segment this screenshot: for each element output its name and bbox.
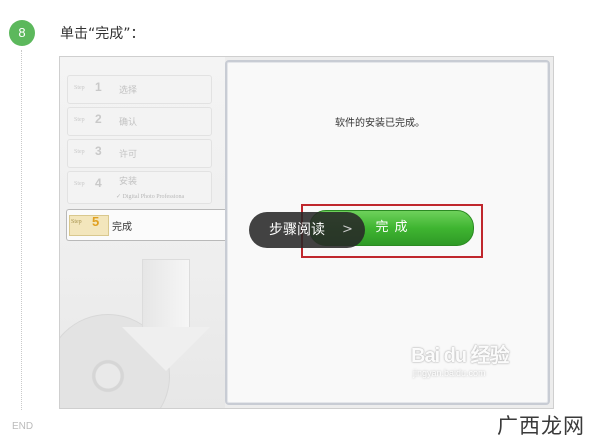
- step-label: 确认: [119, 118, 138, 128]
- installer-step-3: Step 3 许可: [67, 139, 212, 168]
- installer-step-2: Step 2 确认: [67, 107, 212, 136]
- step-4-sublabel: ✓ Digital Photo Professiona: [116, 194, 185, 200]
- site-watermark: 广西龙网: [497, 414, 585, 438]
- step-label: 选择: [119, 86, 138, 96]
- step-number: 1: [95, 80, 102, 94]
- step-word: Step: [74, 149, 85, 155]
- installer-step-1: Step 1 选择: [67, 75, 212, 104]
- step-number: 2: [95, 112, 102, 126]
- step-reading-button[interactable]: 步骤阅读 >: [249, 212, 365, 248]
- end-label: END: [12, 421, 34, 432]
- step-word: Step: [74, 117, 85, 123]
- step-word: Step: [74, 85, 85, 91]
- baidu-url-text: jingyan.baidu.com: [413, 368, 486, 378]
- step-number-badge: 8: [9, 20, 35, 46]
- step-word: Step: [74, 181, 85, 187]
- step-label: 许可: [119, 150, 138, 160]
- arrow-head: [122, 327, 210, 371]
- chevron-right-icon: >: [342, 222, 353, 237]
- install-complete-message: 软件的安装已完成。: [335, 118, 425, 129]
- step-label: 完成: [112, 222, 132, 233]
- installer-steps-pane: Step 1 选择 Step 2 确认 Step 3 许可 Step 4 安装 …: [60, 57, 227, 408]
- timeline-divider: [21, 50, 22, 410]
- arrow-shaft: [142, 259, 190, 329]
- step-label: 安装: [119, 177, 138, 187]
- step-number: 3: [95, 144, 102, 158]
- baidu-logo-text: Bai du 经验: [411, 345, 510, 367]
- baidu-jingyan-watermark: Bai du 经验 jingyan.baidu.com: [409, 334, 529, 384]
- installer-step-5-current: Step 5 完成: [66, 209, 227, 241]
- step-word: Step: [71, 219, 82, 225]
- step-number: 4: [95, 176, 102, 190]
- step-reading-label: 步骤阅读: [269, 222, 325, 238]
- step-number: 5: [92, 214, 100, 229]
- step-instruction: 单击“完成”：: [60, 26, 145, 42]
